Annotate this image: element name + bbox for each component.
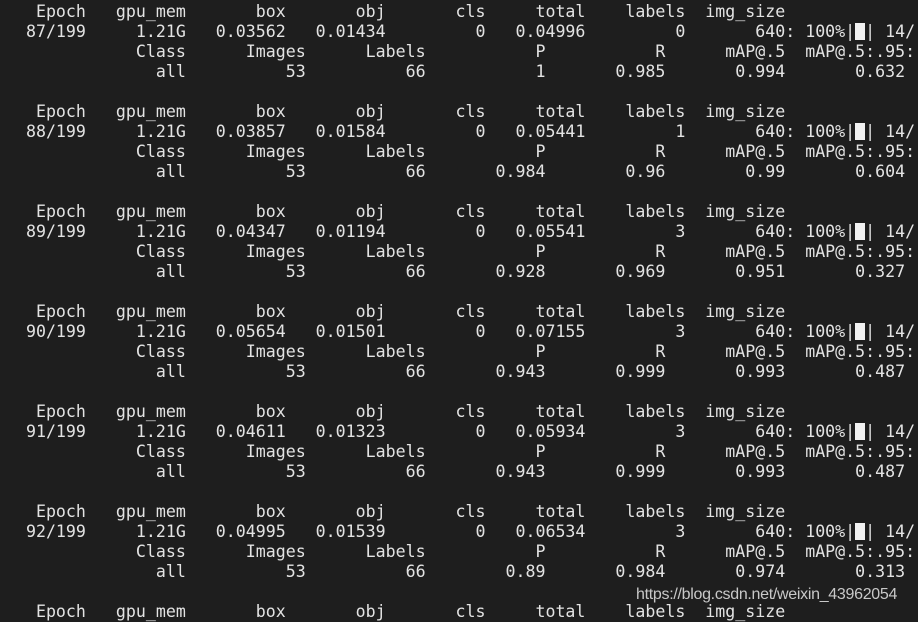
epoch-train-row: 91/199 1.21G 0.04611 0.01323 0 0.05934 3…	[0, 422, 916, 441]
epoch-train-row: 92/199 1.21G 0.04995 0.01539 0 0.06534 3…	[0, 522, 916, 541]
val-header-row: Class Images Labels P R mAP@.5 mAP@.5:.9…	[0, 342, 918, 361]
progress-bar-fill	[855, 23, 866, 40]
watermark: https://blog.csdn.net/weixin_43962054	[636, 586, 898, 603]
val-header-row: Class Images Labels P R mAP@.5 mAP@.5:.9…	[0, 242, 918, 261]
epoch-train-row: 90/199 1.21G 0.05654 0.01501 0 0.07155 3…	[0, 322, 916, 341]
val-header-row: Class Images Labels P R mAP@.5 mAP@.5:.9…	[0, 142, 918, 161]
val-result-row: all 53 66 0.943 0.999 0.993 0.487	[0, 362, 906, 381]
epoch-header-row: Epoch gpu_mem box obj cls total labels i…	[0, 502, 786, 521]
val-header-row: Class Images Labels P R mAP@.5 mAP@.5:.9…	[0, 42, 918, 61]
epoch-header-row: Epoch gpu_mem box obj cls total labels i…	[0, 402, 786, 421]
val-header-row: Class Images Labels P R mAP@.5 mAP@.5:.9…	[0, 542, 918, 561]
epoch-header-row: Epoch gpu_mem box obj cls total labels i…	[0, 302, 786, 321]
progress-bar-fill	[855, 523, 866, 540]
val-result-row: all 53 66 0.943 0.999 0.993 0.487	[0, 462, 906, 481]
val-result-row: all 53 66 1 0.985 0.994 0.632	[0, 62, 906, 81]
epoch-train-row: 89/199 1.21G 0.04347 0.01194 0 0.05541 3…	[0, 222, 916, 241]
progress-bar-fill	[855, 423, 866, 440]
epoch-header-row-partial: Epoch gpu_mem box obj cls total labels i…	[0, 602, 786, 621]
epoch-train-row: 88/199 1.21G 0.03857 0.01584 0 0.05441 1…	[0, 122, 916, 141]
epoch-header-row: Epoch gpu_mem box obj cls total labels i…	[0, 2, 786, 21]
val-result-row: all 53 66 0.89 0.984 0.974 0.313	[0, 562, 906, 581]
progress-bar-fill	[855, 223, 866, 240]
val-header-row: Class Images Labels P R mAP@.5 mAP@.5:.9…	[0, 442, 918, 461]
epoch-header-row: Epoch gpu_mem box obj cls total labels i…	[0, 102, 786, 121]
epoch-header-row: Epoch gpu_mem box obj cls total labels i…	[0, 202, 786, 221]
epoch-train-row: 87/199 1.21G 0.03562 0.01434 0 0.04996 0…	[0, 22, 916, 41]
val-result-row: all 53 66 0.928 0.969 0.951 0.327	[0, 262, 906, 281]
progress-bar-fill	[855, 123, 866, 140]
val-result-row: all 53 66 0.984 0.96 0.99 0.604	[0, 162, 906, 181]
terminal-output: Epoch gpu_mem box obj cls total labels i…	[0, 2, 918, 622]
progress-bar-fill	[855, 323, 866, 340]
